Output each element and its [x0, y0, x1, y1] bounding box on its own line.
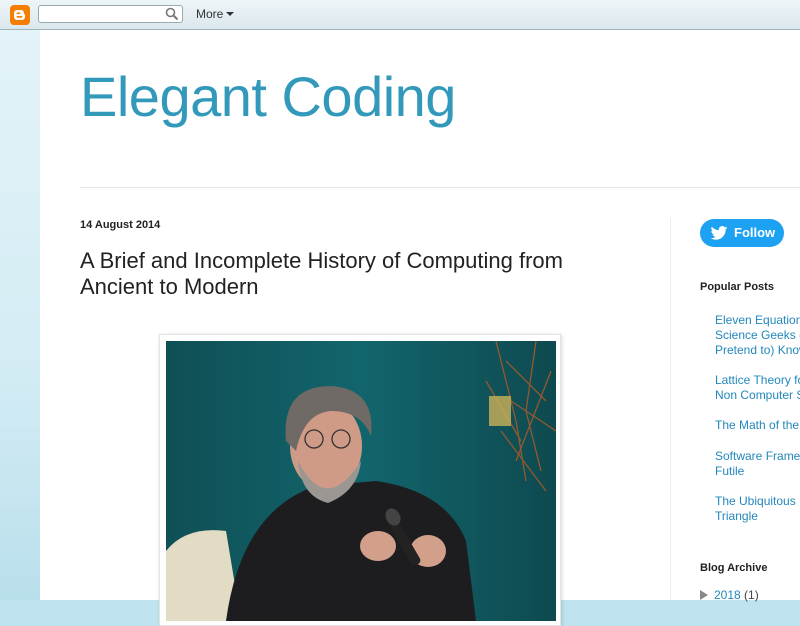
header-divider: [80, 187, 800, 188]
popular-post-line: Science Geeks (: [715, 328, 800, 342]
popular-post-link[interactable]: Eleven Equations Science Geeks ( Pretend…: [715, 313, 800, 358]
column-divider: [670, 218, 671, 600]
navbar-search-box[interactable]: [38, 5, 183, 23]
more-menu[interactable]: More: [196, 7, 235, 21]
popular-post-link[interactable]: The Ubiquitous Triangle: [715, 494, 800, 524]
twitter-bird-icon: [710, 226, 728, 240]
popular-posts-heading: Popular Posts: [700, 281, 774, 293]
post-photo[interactable]: [159, 334, 561, 626]
background-strip: [0, 30, 40, 600]
blog-page: Elegant Coding 14 August 2014 A Brief an…: [40, 30, 800, 626]
post-date: 14 August 2014: [80, 219, 161, 231]
popular-post-link[interactable]: Software Frame Futile: [715, 449, 800, 479]
popular-post-line: The Math of the: [715, 418, 800, 432]
popular-post-link[interactable]: The Math of the: [715, 418, 800, 433]
blog-title[interactable]: Elegant Coding: [80, 64, 456, 129]
search-icon[interactable]: [165, 7, 179, 21]
popular-post-line: Pretend to) Know: [715, 343, 800, 357]
popular-post-line: Software Frame: [715, 449, 800, 463]
blog-archive-heading: Blog Archive: [700, 562, 768, 574]
popular-post-line: Lattice Theory fo: [715, 373, 800, 387]
follow-label: Follow: [734, 225, 776, 240]
more-label: More: [196, 7, 224, 21]
post-title[interactable]: A Brief and Incomplete History of Comput…: [80, 248, 600, 300]
speaker-photo-image: [166, 341, 556, 621]
chevron-down-icon: [226, 12, 235, 16]
blogger-logo-icon[interactable]: [10, 5, 30, 25]
expand-triangle-icon[interactable]: [700, 590, 708, 600]
search-input[interactable]: [42, 7, 166, 23]
popular-post-link[interactable]: Lattice Theory fo Non Computer S: [715, 373, 800, 403]
popular-post-line: Futile: [715, 464, 745, 478]
popular-post-line: Eleven Equations: [715, 313, 800, 327]
popular-post-line: Triangle: [715, 509, 758, 523]
blogger-navbar: More: [0, 0, 800, 30]
popular-post-line: The Ubiquitous: [715, 494, 796, 508]
twitter-follow-button[interactable]: Follow: [700, 219, 784, 247]
popular-post-line: Non Computer S: [715, 388, 800, 402]
